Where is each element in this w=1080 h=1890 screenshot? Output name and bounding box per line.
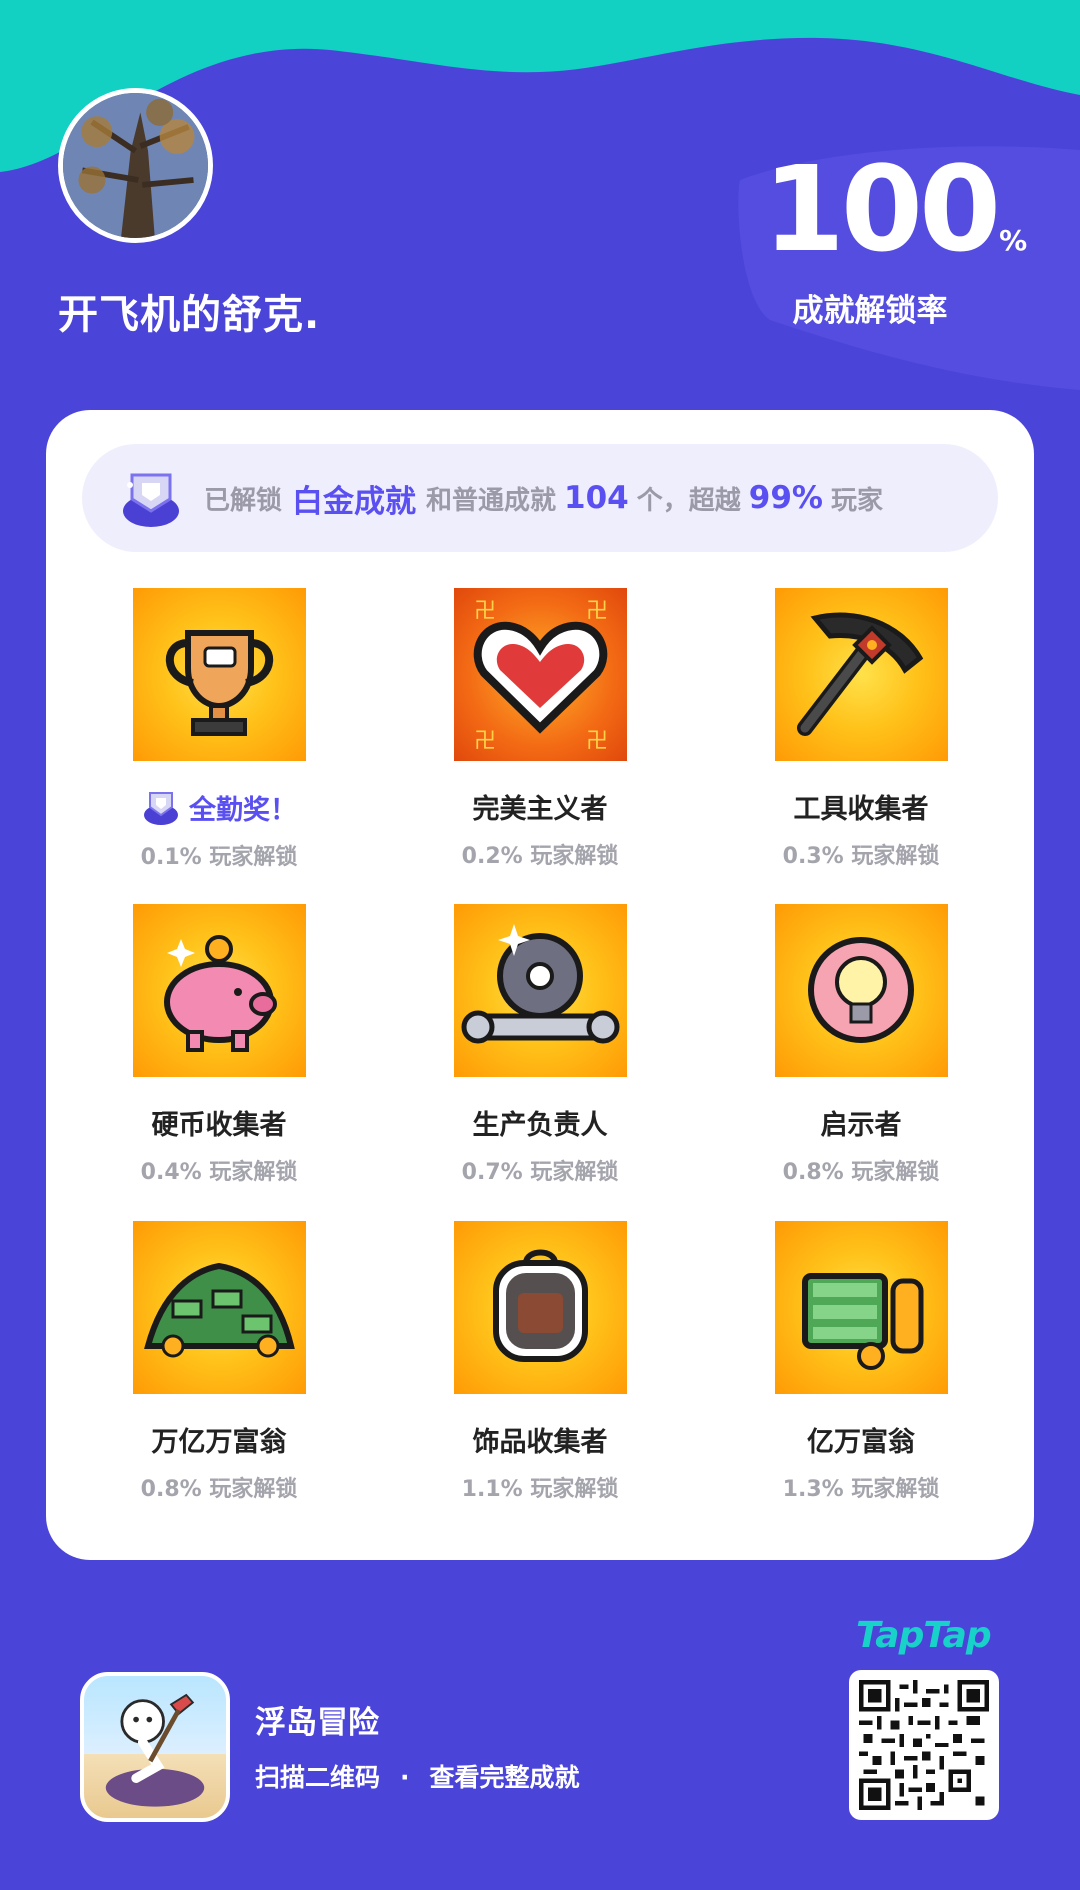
taptap-logo: TapTap bbox=[856, 1615, 992, 1656]
achievement-name: 饰品收集者 bbox=[472, 1427, 608, 1458]
achievement-name: 硬币收集者 bbox=[151, 1110, 287, 1141]
cta-scan: 扫描二维码 bbox=[255, 1763, 381, 1792]
achievement-card: 已解锁 白金成就 和普通成就 104 个，超越 99% 玩家 全勤奖！ 0.1%… bbox=[46, 410, 1034, 1560]
platinum-badge-icon bbox=[144, 792, 178, 825]
piggy-bank-icon bbox=[132, 904, 306, 1077]
summary-prefix: 已解锁 bbox=[204, 485, 283, 516]
achievement-name: 生产负责人 bbox=[472, 1110, 608, 1141]
summary-percent: 99% bbox=[748, 480, 823, 516]
qr-code[interactable] bbox=[849, 1670, 999, 1820]
achievement-rate: 0.2% 玩家解锁 bbox=[461, 844, 619, 869]
achievement-rate: 0.7% 玩家解锁 bbox=[461, 1160, 619, 1185]
achievement-item[interactable]: 启示者 0.8% 玩家解锁 bbox=[736, 904, 986, 1186]
lightbulb-icon bbox=[774, 904, 948, 1077]
cash-coins-icon bbox=[774, 1221, 948, 1394]
username: 开飞机的舒克. bbox=[58, 292, 321, 338]
summary-count-unit: 个，超越 bbox=[636, 485, 741, 516]
pickaxe-icon bbox=[774, 588, 948, 761]
achievement-rate: 0.8% 玩家解锁 bbox=[140, 1477, 298, 1502]
cta-view: 查看完整成就 bbox=[429, 1763, 580, 1792]
achievement-name-text: 全勤奖！ bbox=[189, 794, 297, 826]
achievement-rate: 0.1% 玩家解锁 bbox=[140, 845, 298, 870]
achievement-item[interactable]: 卍 卍 卍 卍 完美主义者 0.2% 玩家解锁 bbox=[415, 588, 665, 870]
unlock-rate-label: 成就解锁率 bbox=[792, 293, 948, 329]
money-pile-icon bbox=[132, 1221, 306, 1394]
achievement-item[interactable]: 万亿万富翁 0.8% 玩家解锁 bbox=[94, 1221, 344, 1503]
svg-text:卍: 卍 bbox=[586, 599, 608, 624]
app-cta: 扫描二维码 · 查看完整成就 bbox=[255, 1758, 580, 1794]
achievement-item[interactable]: 工具收集者 0.3% 玩家解锁 bbox=[736, 588, 986, 870]
achievement-name: 全勤奖！ bbox=[94, 787, 344, 827]
summary-suffix: 玩家 bbox=[830, 485, 883, 516]
achievement-rate: 1.3% 玩家解锁 bbox=[782, 1477, 940, 1502]
summary-banner: 已解锁 白金成就 和普通成就 104 个，超越 99% 玩家 bbox=[82, 444, 998, 552]
backpack-icon bbox=[453, 1221, 627, 1394]
unlock-rate: 100% bbox=[760, 150, 1030, 268]
achievement-rate: 0.3% 玩家解锁 bbox=[782, 844, 940, 869]
svg-text:卍: 卍 bbox=[586, 729, 608, 754]
achievement-rate: 0.8% 玩家解锁 bbox=[782, 1160, 940, 1185]
achievement-item[interactable]: 饰品收集者 1.1% 玩家解锁 bbox=[415, 1221, 665, 1503]
app-name: 浮岛冒险 bbox=[255, 1705, 379, 1741]
achievement-name: 启示者 bbox=[820, 1110, 902, 1141]
unlock-rate-unit: % bbox=[999, 224, 1028, 257]
svg-text:卍: 卍 bbox=[474, 599, 496, 624]
svg-text:卍: 卍 bbox=[474, 729, 496, 754]
trophy-icon bbox=[132, 588, 306, 761]
achievement-name: 万亿万富翁 bbox=[151, 1427, 287, 1458]
summary-platinum: 白金成就 bbox=[292, 483, 417, 520]
summary-count: 104 bbox=[564, 480, 629, 516]
achievement-rate: 0.4% 玩家解锁 bbox=[140, 1160, 298, 1185]
summary-middle: 和普通成就 bbox=[426, 485, 557, 516]
avatar[interactable] bbox=[58, 88, 213, 243]
unlock-rate-value: 100 bbox=[762, 140, 1001, 278]
achievement-item[interactable]: 生产负责人 0.7% 玩家解锁 bbox=[415, 904, 665, 1186]
cta-dot: · bbox=[400, 1763, 410, 1792]
achievement-name: 亿万富翁 bbox=[807, 1427, 915, 1458]
achievement-rate: 1.1% 玩家解锁 bbox=[461, 1477, 619, 1502]
platinum-medal-icon bbox=[123, 473, 179, 527]
achievement-item[interactable]: 全勤奖！ 0.1% 玩家解锁 bbox=[94, 588, 344, 871]
heart-icon: 卍 卍 卍 卍 bbox=[453, 588, 627, 761]
wrench-gear-icon bbox=[453, 904, 627, 1077]
achievement-item[interactable]: 硬币收集者 0.4% 玩家解锁 bbox=[94, 904, 344, 1186]
app-icon[interactable] bbox=[80, 1672, 230, 1822]
achievement-item[interactable]: 亿万富翁 1.3% 玩家解锁 bbox=[736, 1221, 986, 1503]
achievement-name: 工具收集者 bbox=[793, 794, 929, 825]
achievement-name: 完美主义者 bbox=[472, 794, 608, 825]
